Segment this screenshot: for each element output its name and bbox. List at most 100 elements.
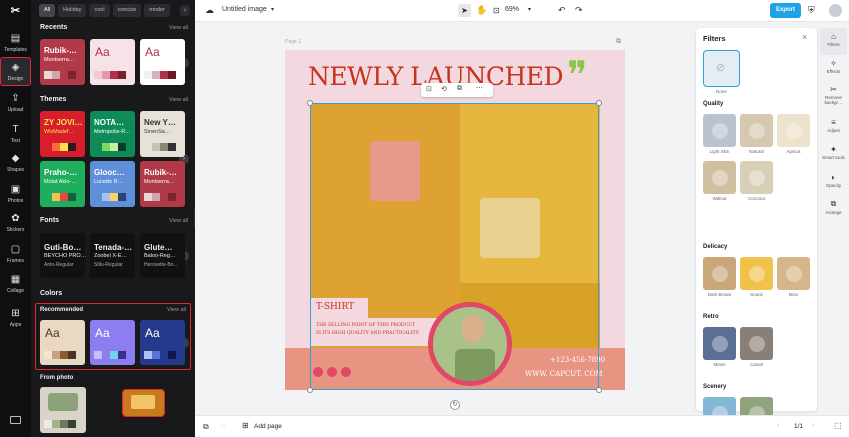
add-page-button[interactable]: Add page [254,423,282,430]
next-page-icon[interactable]: › [812,422,814,429]
view-all-link[interactable]: View all [169,25,188,31]
filter-none-thumb[interactable]: ⊘ [703,50,740,87]
view-all-link[interactable]: View all [167,307,186,313]
rail-item-photos[interactable]: ▣ Photos [1,180,30,207]
tool-opacity[interactable]: ◐ Opacity [820,169,847,196]
palette-card[interactable]: Aa [90,39,135,85]
rail-item-collage[interactable]: ▦ Collage [1,270,30,297]
filter-thumb[interactable] [777,257,810,290]
font-sample-f1: Glute… [144,243,173,252]
filter-chip[interactable]: All [39,4,56,17]
shield-icon[interactable]: ⛨ [808,5,815,16]
palette-card[interactable]: Aa [140,320,185,365]
palette-card[interactable]: ZY JOVI… WixMadef… [40,111,85,157]
palette-card[interactable]: Praho-… Molat Aklo-… [40,161,85,207]
redo-icon[interactable]: ↷ [575,5,583,16]
palette-card[interactable]: Aa [140,39,185,85]
chips-next-icon[interactable]: › [180,5,190,16]
replace-icon[interactable]: ⟲ [441,85,447,93]
color-swatch [144,351,152,359]
palette-card[interactable]: Rubik-… Montserra… [40,39,85,85]
chevron-down-icon[interactable]: ▾ [271,6,274,13]
tool-effects[interactable]: ✧ Effects [820,55,847,82]
resize-handle[interactable] [596,387,602,393]
rail-item-shapes[interactable]: ◆ Shapes [1,149,30,176]
palette-card[interactable]: Aa [40,320,85,365]
rail-item-upload[interactable]: ⇪ Upload [1,89,30,116]
duplicate-page-icon[interactable]: ⧉ [616,38,621,46]
filter-chip[interactable]: cool [89,4,110,17]
tool-adjust[interactable]: ≡ Adjust [820,114,847,141]
filter-thumb[interactable] [703,161,736,194]
card-sample-text: Aa [145,45,160,59]
keyboard-icon[interactable] [10,416,21,424]
rail-item-apps[interactable]: ⊞ Apps [1,304,30,331]
filter-thumb[interactable] [740,327,773,360]
select-tool-icon[interactable]: ➤ [458,4,471,17]
font-pair-card[interactable]: Glute… Baloo-Reg… Herosette-Bo… [140,233,185,278]
tool-filters[interactable]: ⌂ Filters [820,28,847,55]
rail-item-templates[interactable]: ▤ Templates [1,29,30,56]
add-page-icon[interactable]: ⊞ [242,421,249,430]
document-title[interactable]: Untitled image [222,6,267,13]
rail-item-frames[interactable]: ▢ Frames [1,240,30,267]
hand-tool-icon[interactable]: ✋ [476,5,487,16]
filter-chip[interactable]: concise [112,4,142,17]
tool-arrange[interactable]: ⧉ Arrange [820,195,847,222]
tool-smart-tools[interactable]: ✦ Smart tools [820,141,847,168]
photo-palette-card[interactable] [40,387,86,433]
card-body-font: Montserra… [144,179,175,185]
layers-icon[interactable]: ⧉ [203,422,209,432]
font-pair-card[interactable]: Guti-Bo… BEYCHO PRO… Anto-Regular [40,233,86,278]
view-all-link[interactable]: View all [169,218,188,224]
tool-label: Opacity [825,183,842,188]
rail-item-design[interactable]: ◈ Design [0,57,31,86]
view-all-link[interactable]: View all [169,97,188,103]
hide-icon[interactable]: ◌ [221,422,226,431]
selection-box[interactable] [310,103,599,390]
filter-chip[interactable]: moder [144,4,170,17]
rotate-handle-icon[interactable]: ↻ [450,400,460,410]
page-label: Page 1 [285,39,301,45]
filter-label: Apricot [786,149,801,154]
filter-thumb[interactable] [740,257,773,290]
color-swatch [118,193,126,201]
color-swatches [144,193,176,201]
cloud-icon[interactable]: ☁ [205,5,214,16]
palette-card[interactable]: New Y… SinenSa… [140,111,185,157]
app-logo-icon[interactable]: ✂ [9,5,22,18]
rail-item-stickers[interactable]: ✿ Stickers [1,209,30,236]
palette-card[interactable]: NOTA… Metropolis-R… [90,111,135,157]
color-swatch [152,143,160,151]
resize-handle[interactable] [307,100,313,106]
export-button[interactable]: Export [770,3,801,18]
palette-card[interactable]: Glooc… Lucette R… [90,161,135,207]
crop-icon[interactable]: ⊡ [426,85,432,93]
zoom-fit-icon[interactable]: ⊡ [493,6,500,15]
filter-thumb[interactable] [740,114,773,147]
filter-thumb[interactable] [703,327,736,360]
font-pair-card[interactable]: Tenada-… Zoobel X-E… Stilu-Regular [90,233,135,278]
tool-remove-backgr[interactable]: ✂ Remove backgr… [820,81,847,108]
filter-thumb[interactable] [777,114,810,147]
resize-handle[interactable] [596,100,602,106]
filter-thumb[interactable] [703,114,736,147]
filter-chip[interactable]: Holiday [58,4,87,17]
photo-palette-card[interactable] [122,389,165,417]
palette-card[interactable]: Rubik-… Montserra… [140,161,185,207]
more-icon[interactable]: ⋯ [476,84,483,92]
rail-item-text[interactable]: T Text [1,120,30,147]
expand-icon[interactable]: ⬚ [834,421,842,430]
resize-handle[interactable] [307,387,313,393]
design-icon: ◈ [11,62,20,73]
chevron-down-icon[interactable]: ▾ [528,6,531,13]
undo-icon[interactable]: ↶ [558,5,566,16]
prev-page-icon[interactable]: ‹ [777,422,779,429]
avatar[interactable] [829,4,842,17]
filter-thumb[interactable] [703,257,736,290]
close-icon[interactable]: × [802,32,807,42]
filter-thumb[interactable] [740,161,773,194]
duplicate-icon[interactable]: ⧉ [457,85,462,93]
zoom-level[interactable]: 69% [505,6,519,13]
palette-card[interactable]: Aa [90,320,135,365]
